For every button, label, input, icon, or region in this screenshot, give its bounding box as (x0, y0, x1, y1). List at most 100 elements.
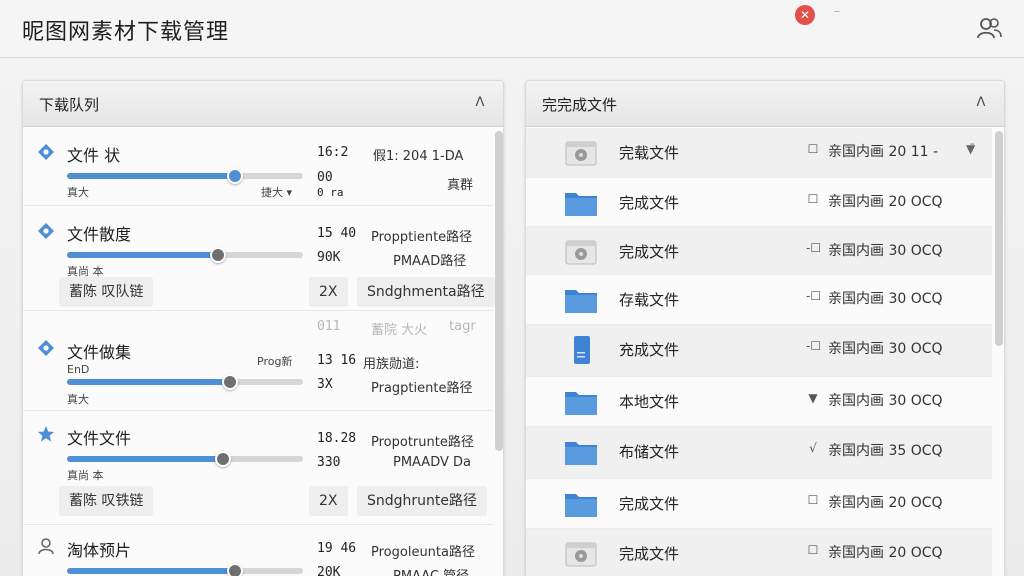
diamond-icon (37, 339, 55, 357)
progress-fill (67, 379, 230, 385)
queue-item-status: 真大 (67, 393, 89, 406)
faint-label: 蓄院 大火 (371, 323, 428, 338)
file-row[interactable]: 完成文件 ☐ 亲国内画 20 OCQ (526, 529, 992, 576)
queue-item[interactable]: 文件 状 真大 捷大 ▾ 16:2 00 0 ra 假1: 204 1-DA 真… (23, 128, 493, 206)
progress-bar[interactable] (67, 374, 303, 390)
progress-handle[interactable] (226, 563, 243, 576)
queue-path-button[interactable]: Sndghmenta路径 (357, 277, 495, 307)
file-checkbox[interactable]: -☐ (806, 289, 821, 303)
progress-handle[interactable] (226, 168, 243, 184)
speed-dropdown[interactable]: 捷大 ▾ (261, 184, 292, 200)
file-row[interactable]: 完成文件 -☐ 亲国内画 30 OCQ (526, 227, 992, 275)
speed-multiplier-button[interactable]: 2X (309, 486, 348, 516)
progress-fill (67, 456, 223, 462)
completed-panel-header: 完完成文件 ᐱ (526, 81, 1004, 127)
file-row[interactable]: 存载文件 -☐ 亲国内画 30 OCQ (526, 275, 992, 325)
queue-item-time: 15 40 (317, 226, 357, 241)
file-row[interactable]: 完成文件 ☐ 亲国内画 20 OCQ (526, 479, 992, 529)
progress-bar[interactable] (67, 168, 303, 184)
file-date: 亲国内画 20 OCQ (828, 545, 943, 561)
queue-item-speed: 3X (317, 377, 333, 392)
progress-handle[interactable] (214, 451, 231, 467)
completed-scrollbar[interactable] (995, 131, 1003, 346)
file-date: 亲国内画 20 OCQ (828, 495, 943, 511)
file-row[interactable]: 本地文件 ▼ 亲国内画 30 OCQ (526, 377, 992, 427)
queue-item-rate: 0 ra (317, 186, 344, 199)
file-checkbox[interactable]: -☐ (806, 339, 821, 353)
queue-item-size: 20K (317, 565, 341, 576)
progress-handle[interactable] (221, 374, 238, 390)
faint-value: 011 (317, 319, 341, 334)
user-icon (37, 537, 55, 555)
completed-files-panel: 完完成文件 ᐱ 完载文件 ☐ 亲国内画 20 11 - ▼̄ 完成文件 ☐ 亲国内画 20 … (525, 80, 1005, 576)
file-date: 亲国内画 30 OCQ (828, 341, 943, 357)
queue-item[interactable]: 文件做集 EnD Prog新 真大 13 16 3X 用族勋道: Pragpti… (23, 339, 493, 411)
queue-scrollbar[interactable] (495, 131, 503, 451)
file-checkbox[interactable]: √ (806, 441, 820, 455)
file-name: 存载文件 (619, 291, 680, 309)
collapse-icon[interactable]: ᐱ (972, 94, 990, 112)
file-checkbox[interactable]: ☐ (806, 142, 820, 156)
file-name: 完成文件 (619, 194, 680, 212)
queue-item[interactable]: 文件文件 真尚 本 蓄陈 叹铁链 18.28 330 2X Propotrunt… (23, 421, 493, 525)
app-header: 昵图网素材下载管理 ✕ – (0, 0, 1024, 58)
file-checkbox[interactable]: ☐ (806, 493, 820, 507)
sort-icon[interactable]: ▼̄ (966, 142, 975, 156)
folder-icon (564, 388, 598, 416)
queue-item-status: 真尚 本 (67, 469, 104, 482)
file-date: 亲国内画 30 OCQ (828, 243, 943, 259)
file-row[interactable]: 完载文件 ☐ 亲国内画 20 11 - ▼̄ (526, 128, 992, 178)
star-icon (37, 425, 55, 443)
queue-panel-title: 下载队列 (39, 96, 100, 114)
progress-handle[interactable] (210, 247, 227, 263)
queue-item-info: 用族勋道: (363, 357, 420, 372)
progress-bar[interactable] (67, 563, 303, 576)
document-icon (564, 336, 598, 364)
file-row[interactable]: 完成文件 ☐ 亲国内画 20 OCQ (526, 178, 992, 227)
queue-item-time: 13 16 (317, 353, 357, 368)
faint-tag: tagr (449, 319, 476, 334)
queue-item-path: PMAAD路径 (393, 254, 467, 269)
progress-fill (67, 173, 235, 179)
file-checkbox[interactable]: ▼ (806, 391, 820, 405)
download-queue-panel: 下载队列 ᐱ 文件 状 真大 捷大 ▾ 16:2 00 0 ra 假1: 204… (22, 80, 504, 576)
file-date: 亲国内画 30 OCQ (828, 291, 943, 307)
queue-path-button[interactable]: Sndghrunte路径 (357, 486, 488, 516)
collapse-icon[interactable]: ᐱ (471, 94, 489, 112)
queue-item-time: 18.28 (317, 431, 357, 446)
queue-item-name: 文件散度 (67, 225, 132, 244)
diamond-icon (37, 143, 55, 161)
progress-bar[interactable] (67, 451, 303, 467)
file-row[interactable]: 布储文件 √ 亲国内画 35 OCQ (526, 427, 992, 479)
queue-item-time: 19 46 (317, 541, 357, 556)
queue-item-name: 淘体预片 (67, 541, 132, 560)
file-checkbox[interactable]: ☐ (806, 192, 820, 206)
speed-multiplier-button[interactable]: 2X (309, 277, 348, 307)
faint-row: 011 蓄院 大火 tagr (23, 319, 493, 338)
queue-item-name: 文件文件 (67, 429, 132, 448)
queue-item-detail: 真群 (447, 178, 474, 193)
minimize-icon[interactable]: – (830, 5, 844, 17)
close-icon[interactable]: ✕ (795, 5, 815, 25)
file-checkbox[interactable]: ☐ (806, 543, 820, 557)
queue-action-button[interactable]: 蓄陈 叹铁链 (59, 486, 154, 516)
queue-item-path: Propptiente路径 (371, 230, 473, 245)
file-row[interactable]: 充成文件 -☐ 亲国内画 30 OCQ (526, 325, 992, 377)
file-date: 亲国内画 35 OCQ (828, 443, 943, 459)
queue-item[interactable]: 淘体预片 19 46 20K Progoleunta路径 PMAAC 管径 (23, 533, 493, 576)
queue-action-button[interactable]: 蓄陈 叹队链 (59, 277, 154, 307)
queue-item-progress-label: Prog新 (257, 355, 293, 368)
queue-item-size: 90K (317, 250, 341, 265)
file-checkbox[interactable]: -☐ (806, 241, 821, 255)
queue-item-path: PMAAC 管径 (393, 565, 469, 576)
queue-item-path: Progoleunta路径 (371, 545, 475, 560)
queue-item-path: Pragptiente路径 (371, 381, 473, 396)
file-name: 完成文件 (619, 243, 680, 261)
progress-fill (67, 568, 235, 574)
progress-bar[interactable] (67, 247, 303, 263)
users-icon[interactable] (975, 15, 1003, 43)
queue-item-name: 文件 状 (67, 146, 121, 165)
folder-icon (564, 189, 598, 217)
queue-item-size: 330 (317, 455, 341, 470)
queue-item[interactable]: 文件散度 真尚 本 蓄陈 叹队链 15 40 90K 2X Propptient… (23, 207, 495, 311)
